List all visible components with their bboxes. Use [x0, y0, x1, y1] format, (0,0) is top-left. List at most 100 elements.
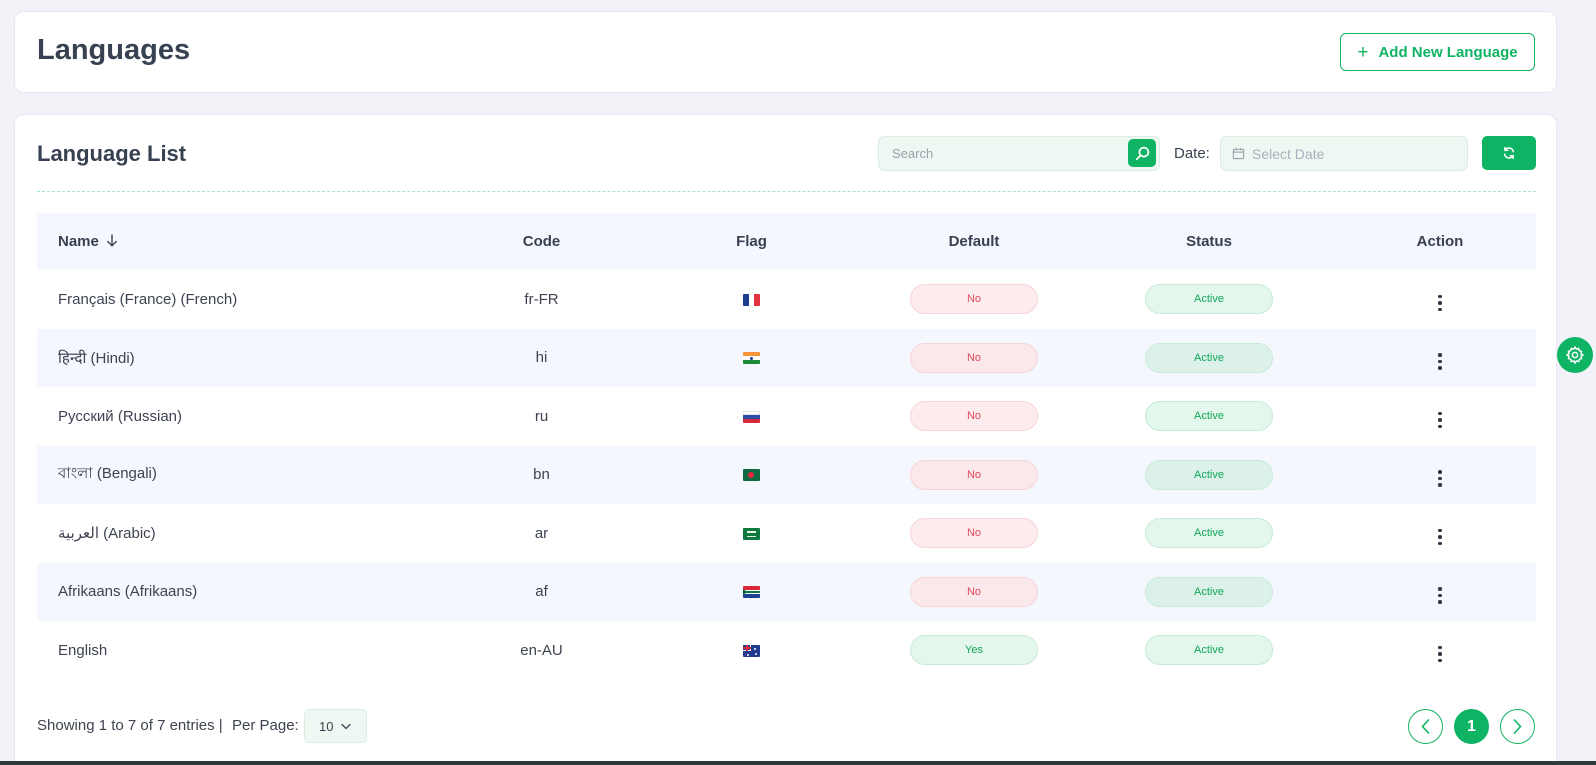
chevron-left-icon	[1421, 719, 1430, 734]
flag-cell	[629, 446, 874, 505]
settings-button[interactable]	[1557, 337, 1593, 373]
column-header-name[interactable]: Name	[37, 213, 454, 270]
default-cell: No	[874, 504, 1074, 563]
status-badge: Active	[1145, 576, 1273, 607]
status-cell: Active	[1074, 446, 1344, 505]
language-code: bn	[533, 466, 550, 484]
flag-cell	[629, 621, 874, 680]
flag-cell	[629, 504, 874, 563]
flag-cell	[629, 270, 874, 329]
language-code: en-AU	[520, 641, 563, 659]
column-header-action: Action	[1416, 233, 1464, 250]
language-name: العربية (Arabic)	[58, 525, 156, 543]
language-code: ru	[534, 407, 549, 425]
previous-page-button[interactable]	[1408, 709, 1443, 744]
page-header: Languages + Add New Language	[14, 11, 1557, 93]
column-header-name-label: Name	[58, 233, 99, 250]
refresh-icon	[1503, 146, 1515, 160]
more-options-icon[interactable]	[1432, 351, 1448, 372]
sort-arrow-down-icon	[107, 234, 117, 247]
more-options-icon[interactable]	[1432, 585, 1448, 606]
flag-cell	[629, 563, 874, 622]
language-name: বাংলা (Bengali)	[58, 465, 157, 483]
flag-cell	[629, 387, 874, 446]
action-cell	[1344, 387, 1536, 446]
gear-icon	[1565, 345, 1585, 365]
default-cell: Yes	[874, 621, 1074, 680]
search-input[interactable]	[879, 137, 1124, 170]
status-badge: Active	[1145, 459, 1273, 490]
default-badge: No	[910, 284, 1038, 315]
default-cell: No	[874, 387, 1074, 446]
table-row: Français (France) (French) fr-FR No Active	[37, 270, 1536, 329]
more-options-icon[interactable]	[1432, 410, 1448, 431]
entries-info: Showing 1 to 7 of 7 entries |	[37, 717, 223, 734]
default-cell: No	[874, 270, 1074, 329]
date-picker[interactable]	[1220, 136, 1468, 171]
default-cell: No	[874, 329, 1074, 388]
flag-ru-icon	[743, 410, 760, 423]
language-table: Name Code Flag Default Status Action Fra…	[37, 213, 1536, 680]
add-new-language-label: Add New Language	[1378, 43, 1518, 61]
column-header-default: Default	[948, 233, 1000, 250]
status-badge: Active	[1145, 401, 1273, 432]
flag-sa-icon	[743, 527, 760, 540]
chevron-down-icon	[341, 723, 352, 729]
language-code: hi	[535, 349, 548, 367]
more-options-icon[interactable]	[1432, 468, 1448, 489]
calendar-icon	[1232, 147, 1245, 160]
language-name: हिन्दी (Hindi)	[58, 349, 135, 367]
list-title: Language List	[37, 141, 187, 166]
column-header-flag: Flag	[736, 233, 767, 250]
flag-cell	[629, 329, 874, 388]
default-cell: No	[874, 446, 1074, 505]
add-new-language-button[interactable]: + Add New Language	[1340, 33, 1535, 71]
action-cell	[1344, 621, 1536, 680]
language-code: fr-FR	[524, 290, 559, 308]
language-code: af	[535, 583, 548, 601]
next-page-button[interactable]	[1500, 709, 1535, 744]
plus-icon: +	[1357, 41, 1369, 63]
date-label: Date:	[1174, 145, 1210, 162]
table-row: বাংলা (Bengali) bn No Active	[37, 445, 1536, 505]
search-button[interactable]	[1128, 139, 1156, 167]
default-cell: No	[874, 563, 1074, 622]
status-badge: Active	[1145, 635, 1273, 666]
refresh-button[interactable]	[1482, 136, 1536, 170]
status-cell: Active	[1074, 387, 1344, 446]
table-header-row: Name Code Flag Default Status Action	[37, 213, 1536, 270]
status-badge: Active	[1145, 284, 1273, 315]
more-options-icon[interactable]	[1432, 293, 1448, 314]
default-badge: No	[910, 518, 1038, 549]
page-title: Languages	[37, 34, 191, 66]
table-row: Русский (Russian) ru No Active	[37, 387, 1536, 446]
date-input[interactable]	[1252, 145, 1452, 162]
action-cell	[1344, 270, 1536, 329]
per-page-label: Per Page:	[232, 717, 299, 734]
status-cell: Active	[1074, 270, 1344, 329]
status-badge: Active	[1145, 342, 1273, 373]
flag-in-icon	[743, 352, 760, 365]
column-header-code: Code	[522, 233, 561, 250]
more-options-icon[interactable]	[1432, 644, 1448, 665]
search-box	[878, 136, 1160, 171]
language-code: ar	[534, 524, 549, 542]
chevron-right-icon	[1513, 719, 1522, 734]
default-badge: No	[910, 342, 1038, 373]
language-name: English	[58, 641, 108, 659]
flag-fr-icon	[743, 293, 760, 306]
language-name: Afrikaans (Afrikaans)	[58, 583, 198, 601]
action-cell	[1344, 329, 1536, 388]
table-row: العربية (Arabic) ar No Active	[37, 504, 1536, 563]
per-page-select[interactable]: 10	[304, 709, 367, 743]
divider	[37, 191, 1536, 192]
language-name: Français (France) (French)	[58, 290, 238, 308]
default-badge: No	[910, 459, 1038, 490]
default-badge: No	[910, 401, 1038, 432]
search-icon	[1135, 146, 1149, 160]
table-row: English en-AU Yes Active	[37, 621, 1536, 680]
more-options-icon[interactable]	[1432, 527, 1448, 548]
default-badge: No	[910, 576, 1038, 607]
page-button-current[interactable]: 1	[1454, 709, 1489, 744]
language-name: Русский (Russian)	[58, 407, 183, 425]
